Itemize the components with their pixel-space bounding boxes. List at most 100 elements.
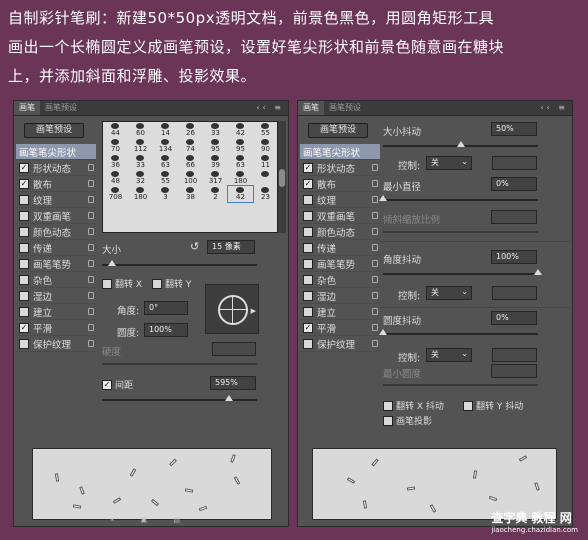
lock-icon[interactable] xyxy=(372,324,378,331)
settings-item[interactable]: 画笔笔尖形状 xyxy=(300,144,380,160)
brush-tip[interactable]: 95 xyxy=(203,138,228,154)
brush-grid-scrollbar[interactable] xyxy=(278,121,286,233)
settings-checkbox[interactable] xyxy=(19,306,29,317)
flip-y-jitter-checkbox[interactable]: 翻转 Y 抖动 xyxy=(463,399,523,412)
settings-checkbox[interactable] xyxy=(19,194,29,205)
lock-icon[interactable] xyxy=(88,180,94,187)
settings-item[interactable]: 保护纹理 xyxy=(16,336,96,352)
settings-checkbox[interactable] xyxy=(303,210,313,221)
brush-tip[interactable]: 180 xyxy=(228,170,253,186)
flip-x-box[interactable] xyxy=(102,278,112,289)
lock-icon[interactable] xyxy=(372,180,378,187)
angle-jitter-thumb[interactable] xyxy=(534,269,542,275)
settings-checkbox[interactable] xyxy=(303,338,313,349)
settings-item[interactable]: 画笔笔尖形状 xyxy=(16,144,96,160)
lock-icon[interactable] xyxy=(372,196,378,203)
flip-y-jitter-box[interactable] xyxy=(463,400,473,411)
brush-presets-button[interactable]: 画笔预设 xyxy=(24,123,84,138)
roundness-jitter-field[interactable]: 0% xyxy=(491,311,537,325)
brush-tip[interactable]: 63 xyxy=(228,154,253,170)
tab-brush-presets[interactable]: 画笔预设 xyxy=(324,101,366,115)
brush-tip[interactable]: 38 xyxy=(178,186,203,202)
brush-tip[interactable]: 180 xyxy=(128,186,153,202)
settings-item[interactable]: 颜色动态 xyxy=(300,224,380,240)
brush-tip[interactable]: 44 xyxy=(103,122,128,138)
angle-ring[interactable] xyxy=(218,295,248,325)
lock-icon[interactable] xyxy=(88,292,94,299)
spacing-field[interactable]: 595% xyxy=(210,376,256,390)
settings-item[interactable]: ✓ 形状动态 xyxy=(16,160,96,176)
spacing-checkbox[interactable]: ✓ 间距 xyxy=(102,378,133,391)
brush-tip[interactable]: 55 xyxy=(253,122,277,138)
brush-tip[interactable]: 32 xyxy=(128,170,153,186)
control-dropdown-2[interactable]: 关 xyxy=(426,286,472,300)
spacing-slider[interactable] xyxy=(102,395,257,401)
brush-tip[interactable]: 48 xyxy=(103,170,128,186)
settings-item[interactable]: 湿边 xyxy=(300,288,380,304)
brush-tip[interactable]: 95 xyxy=(228,138,253,154)
roundness-field[interactable]: 100% xyxy=(144,323,188,337)
settings-item[interactable]: 保护纹理 xyxy=(300,336,380,352)
brush-tip[interactable]: 74 xyxy=(178,138,203,154)
settings-item[interactable]: 建立 xyxy=(300,304,380,320)
size-jitter-slider[interactable] xyxy=(383,141,538,147)
panel-menu-icon[interactable]: ‹‹ ≡ xyxy=(256,103,284,112)
angle-roundness-widget[interactable]: ▶ xyxy=(205,284,259,334)
brush-tip[interactable]: 63 xyxy=(153,154,178,170)
size-jitter-thumb[interactable] xyxy=(457,141,465,147)
lock-icon[interactable] xyxy=(88,324,94,331)
brush-tip[interactable]: 112 xyxy=(128,138,153,154)
settings-item[interactable]: 纹理 xyxy=(300,192,380,208)
lock-icon[interactable] xyxy=(88,260,94,267)
settings-checkbox[interactable] xyxy=(303,274,313,285)
lock-icon[interactable] xyxy=(372,244,378,251)
settings-item[interactable]: 颜色动态 xyxy=(16,224,96,240)
lock-icon[interactable] xyxy=(88,244,94,251)
angle-jitter-slider[interactable] xyxy=(383,269,542,275)
min-diameter-thumb[interactable] xyxy=(379,195,387,201)
settings-item[interactable]: 画笔笔势 xyxy=(300,256,380,272)
settings-item[interactable]: ✓ 平滑 xyxy=(16,320,96,336)
tab-brush[interactable]: 画笔 xyxy=(14,101,40,115)
settings-item[interactable]: 杂色 xyxy=(16,272,96,288)
brush-tip[interactable]: 90 xyxy=(253,138,277,154)
angle-jitter-field[interactable]: 100% xyxy=(491,250,537,264)
brush-tip[interactable]: 2 xyxy=(203,186,228,202)
size-slider[interactable] xyxy=(102,260,257,266)
roundness-jitter-slider[interactable] xyxy=(379,329,538,335)
settings-checkbox[interactable]: ✓ xyxy=(19,178,29,189)
settings-item[interactable]: ✓ 散布 xyxy=(16,176,96,192)
spacing-box[interactable]: ✓ xyxy=(102,379,112,390)
settings-checkbox[interactable] xyxy=(303,194,313,205)
tab-brush-presets[interactable]: 画笔预设 xyxy=(40,101,82,115)
settings-item[interactable]: 湿边 xyxy=(16,288,96,304)
size-jitter-field[interactable]: 50% xyxy=(491,122,537,136)
settings-checkbox[interactable] xyxy=(303,306,313,317)
settings-checkbox[interactable] xyxy=(19,210,29,221)
settings-checkbox[interactable] xyxy=(303,290,313,301)
brush-projection-box[interactable] xyxy=(383,415,393,426)
settings-checkbox[interactable] xyxy=(19,338,29,349)
settings-item[interactable]: ✓ 平滑 xyxy=(300,320,380,336)
angle-field[interactable]: 0° xyxy=(144,301,188,315)
flip-y-box[interactable] xyxy=(152,278,162,289)
settings-checkbox[interactable] xyxy=(303,258,313,269)
lock-icon[interactable] xyxy=(372,276,378,283)
panel-menu-icon[interactable]: ‹‹ ≡ xyxy=(540,103,568,112)
lock-icon[interactable] xyxy=(372,340,378,347)
brush-tip[interactable]: 66 xyxy=(178,154,203,170)
settings-item[interactable]: ✓ 形状动态 xyxy=(300,160,380,176)
brush-tip[interactable]: 70 xyxy=(103,138,128,154)
panel-footer-icons[interactable]: ⌁ ▣ ▤ xyxy=(14,516,288,526)
settings-checkbox[interactable] xyxy=(19,242,29,253)
settings-checkbox[interactable]: ✓ xyxy=(303,162,313,173)
reset-size-icon[interactable]: ↺ xyxy=(190,240,199,253)
min-diameter-slider[interactable] xyxy=(379,195,538,201)
brush-tip[interactable]: 60 xyxy=(128,122,153,138)
lock-icon[interactable] xyxy=(88,340,94,347)
control-dropdown[interactable]: 关 xyxy=(426,156,472,170)
settings-checkbox[interactable] xyxy=(19,226,29,237)
min-diameter-field[interactable]: 0% xyxy=(491,177,537,191)
lock-icon[interactable] xyxy=(372,164,378,171)
brush-tip[interactable]: 42 xyxy=(227,185,254,203)
